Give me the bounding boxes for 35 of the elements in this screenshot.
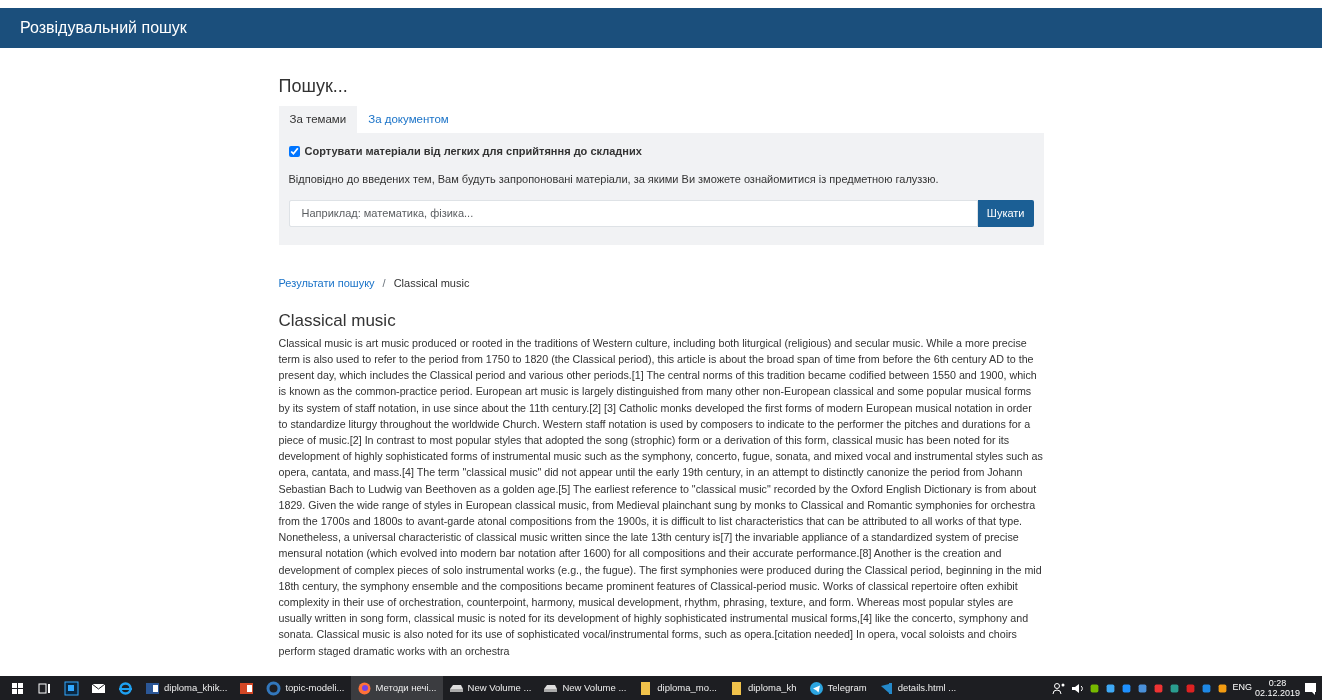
search-field[interactable]: Наприклад: математика, фізика... [288,199,978,227]
taskbar-item[interactable]: diploma_mo... [632,676,723,700]
taskbar-item[interactable]: topic-modeli... [260,676,351,700]
taskbar-item[interactable]: Методи нечі... [350,676,443,700]
tab[interactable]: За документом [357,105,460,133]
tab[interactable]: За темами [278,105,358,133]
article-text: Classical music is art music produced or rooted in the traditions of Western culture, including both liturgical (religious) and secular music. While a more precise term is also used to refer to the period from 1750 to 1820 (the Classical period), this article is about the broad span of time from before the 6th century AD to the present day, which includes the Classical period and various other periods.[1] The central norms of this tradition became codified between 1550 and 1900, which is known as the common-practice period. European art music is largely distinguished from many other non-European classical and some popular musical forms by its system of staff notation, in use since about the 11th century.[2] [3] Catholic monks developed the first forms of modern European musical notation in order to standardize liturgy throughout the worldwide Church. Western staff notation is used by composers to indicate to the performer the pitches and durations for a piece of music.[2] In contrast to most popular styles that adopted the song (strophic) form or a derivation of this form, classical music has been noted for its development of highly sophisticated forms of instrumental music such as the symphony, concerto, fugue, sonata, and mixed vocal and instrumental styles such as opera, cantata, and mass.[4] The term "classical music" did not appear until the early 19th century, in an attempt to distinctly canonize the period from Johann Sebastian Bach to Ludwig van Beethoven as a golden age.[5] The earliest reference to "classical music" recorded by the Oxford English Dictionary is from about 1829. Given the wide range of styles in European classical music, from Medieval plainchant sung by monks to Classical and Romantic symphonies for orchestra from the 1700s and 1800s to avant-garde atonal compositions from the 1900s, it is difficult to list characteristics that can be attributed to all works of that type. Nonetheless, a universal characteristic of classical music written since the late 13th century is[7] the invariable appliance of a standardized system of precise mensural notation (which evolved into modern bar notation after 1600) for all compositions and their accurate performance.[8] Another is the creation and development of complex pieces of solo instrumental works (e.g., the fugue). The first symphonies were produced during the Classical period, beginning in the mid 18th century, the symphony ensemble and the compositions became prominent features of Classical-period music. Works of classical repertoire often exhibit complexity in their use of orchestration, counterpoint, harmony, musical development, rhythm, phrasing, texture, and form. Whereas most popular styles are usually written in song form, classical music is noted for its development of highly sophisticated instrumental musical forms,[4] like the concerto, symphony and sonata. Classical music is also noted for its use of sophisticated vocal/instrumental forms, such as opera.[citation needed] In opera, vocal soloists and choirs perform staged dramatic works with an orchestra [278,335,1044,659]
sort-checkbox[interactable] [288,145,300,157]
powerpoint-icon [239,680,255,696]
breadcrumb-current: Classical music [393,275,470,291]
taskbar-item[interactable]: Telegram [802,676,873,700]
notification-icon [1303,680,1318,696]
taskbar-item[interactable]: diploma_khik... [139,676,234,700]
taskbar-item[interactable]: diploma_kh [722,676,803,700]
taskbar-item[interactable]: New Volume ... [442,676,538,700]
photoshop-icon [64,680,79,696]
search-heading: Пошук... [278,76,349,98]
windows-icon [10,680,25,696]
breadcrumb-link[interactable]: Результати пошуку [278,274,375,292]
clock[interactable]: 0:28 02.12.2019 [1254,678,1300,698]
word-icon [145,680,160,696]
taskbar-item[interactable]: New Volume ... [537,676,633,700]
article-title: Classical music [278,311,397,332]
taskbar-item[interactable]: details.html ... [872,676,963,700]
telegram-icon [808,680,824,696]
sort-label: Сортувати матеріали від легких для сприйтяння до складних [304,143,642,159]
firefox-icon [356,680,372,696]
description-text: Відповідно до введених тем, Вам будуть запропоновані матеріали, за якими Ви зможете ознайомитися із предметною галуззю. [288,172,940,188]
app-title: Розвідувальний пошук [20,18,187,38]
task-view-icon [37,680,52,696]
drive-icon [543,683,559,693]
breadcrumb-separator: / [382,275,386,291]
search-button[interactable]: Шукати [977,199,1034,227]
drive-icon [448,683,464,693]
language-indicator[interactable]: ENG [1232,681,1252,695]
